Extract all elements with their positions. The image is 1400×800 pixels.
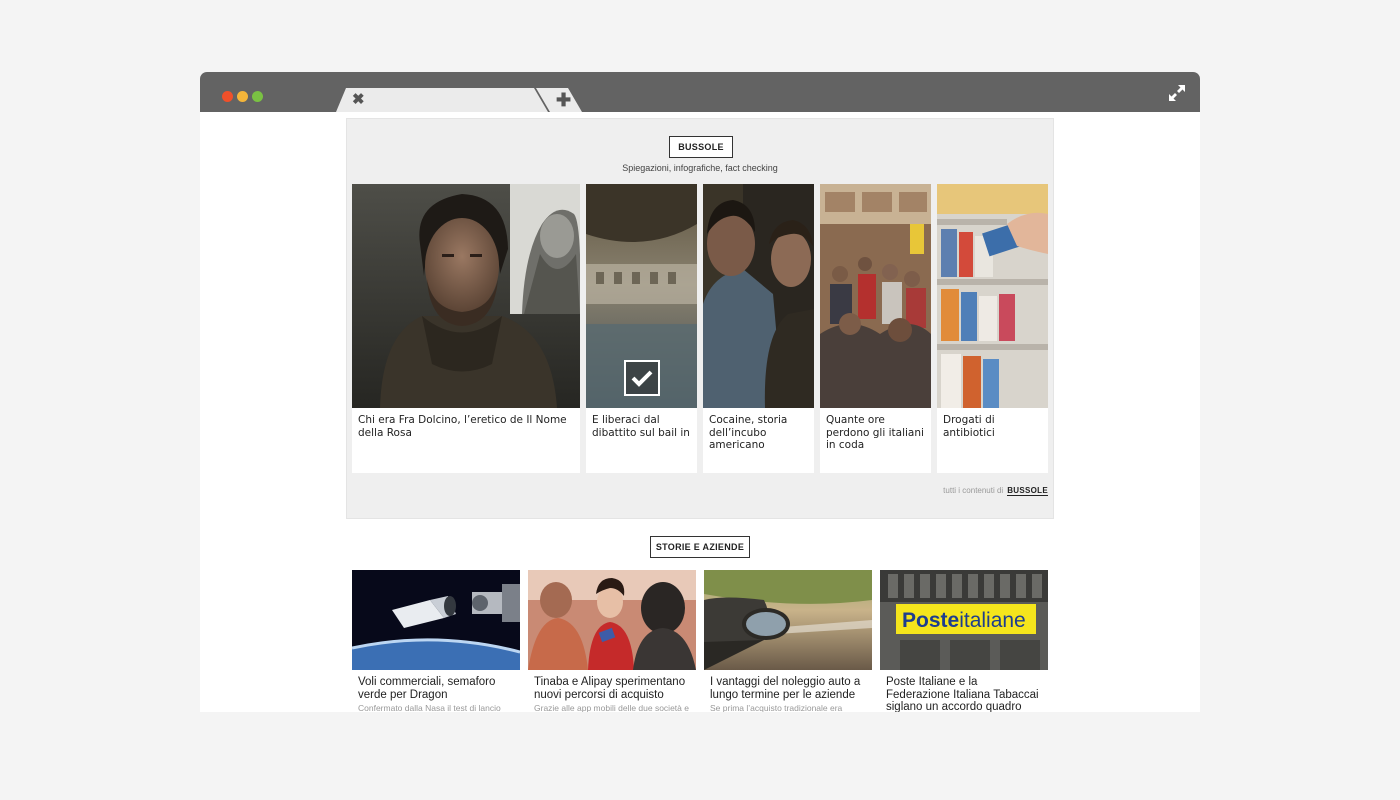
card-image[interactable]	[937, 184, 1048, 408]
footer-link[interactable]: BUSSOLE	[1007, 486, 1048, 496]
card-title[interactable]: Tinaba e Alipay sperimentano nuovi perco…	[534, 676, 692, 701]
card-title[interactable]: Poste Italiane e la Federazione Italiana…	[886, 676, 1044, 712]
bussole-card[interactable]: Cocaine, storia dell’incubo americano	[703, 184, 814, 473]
bussole-section: BUSSOLE Spiegazioni, infografiche, fact …	[346, 118, 1054, 519]
window-maximize-dot[interactable]	[252, 91, 263, 102]
card-title[interactable]: Chi era Fra Dolcino, l’eretico de Il Nom…	[358, 414, 574, 439]
check-icon[interactable]	[624, 360, 660, 396]
card-description: Confermato dalla Nasa il test di lancio	[358, 703, 501, 712]
footer-text: tutti i contenuti di	[943, 486, 1004, 495]
bussole-card[interactable]: Quante ore perdono gli italiani in coda	[820, 184, 931, 473]
card-title[interactable]: I vantaggi del noleggio auto a lungo ter…	[710, 676, 868, 701]
browser-titlebar: ✖ ✚	[200, 72, 1200, 112]
card-title[interactable]: E liberaci dal dibattito sul bail in	[592, 414, 691, 439]
bussole-subtitle: Spiegazioni, infografiche, fact checking	[622, 163, 778, 173]
storie-aziende-button[interactable]: STORIE E AZIENDE	[650, 536, 750, 558]
page-viewport: BUSSOLE Spiegazioni, infografiche, fact …	[200, 112, 1200, 712]
window-minimize-dot[interactable]	[237, 91, 248, 102]
browser-window: ✖ ✚ BUSSOLE Spiegazioni, infografiche, f…	[200, 72, 1200, 712]
storie-card[interactable]: Voli commerciali, semaforo verde per Dra…	[352, 570, 520, 712]
poste-sign-text: Posteitaliane	[902, 609, 1026, 632]
card-image[interactable]	[352, 570, 520, 670]
storie-card[interactable]: Posteitaliane Poste Italiane e la Federa…	[880, 570, 1048, 712]
bussole-card[interactable]: Chi era Fra Dolcino, l’eretico de Il Nom…	[352, 184, 580, 473]
bussole-footer: tutti i contenuti di BUSSOLE	[943, 486, 1048, 496]
close-icon[interactable]: ✖	[352, 91, 365, 109]
plus-icon: ✚	[556, 90, 572, 110]
card-image[interactable]	[703, 184, 814, 408]
card-description: Se prima l’acquisto tradizionale era	[710, 703, 843, 712]
bussole-card[interactable]: Drogati di antibiotici	[937, 184, 1048, 473]
expand-icon[interactable]	[1168, 84, 1186, 102]
storie-card[interactable]: I vantaggi del noleggio auto a lungo ter…	[704, 570, 872, 712]
card-description: Grazie alle app mobili delle due società…	[534, 703, 689, 712]
storie-card[interactable]: Tinaba e Alipay sperimentano nuovi perco…	[528, 570, 696, 712]
card-title[interactable]: Drogati di antibiotici	[943, 414, 1042, 439]
bussole-card[interactable]: E liberaci dal dibattito sul bail in	[586, 184, 697, 473]
card-image[interactable]	[704, 570, 872, 670]
card-image[interactable]	[528, 570, 696, 670]
card-title[interactable]: Quante ore perdono gli italiani in coda	[826, 414, 925, 452]
bussole-button[interactable]: BUSSOLE	[669, 136, 733, 158]
card-title[interactable]: Cocaine, storia dell’incubo americano	[709, 414, 808, 452]
browser-tab[interactable]: ✖	[336, 88, 548, 112]
window-close-dot[interactable]	[222, 91, 233, 102]
card-image[interactable]	[352, 184, 580, 408]
card-image[interactable]	[820, 184, 931, 408]
card-title[interactable]: Voli commerciali, semaforo verde per Dra…	[358, 676, 516, 701]
card-image[interactable]: Posteitaliane	[880, 570, 1048, 670]
